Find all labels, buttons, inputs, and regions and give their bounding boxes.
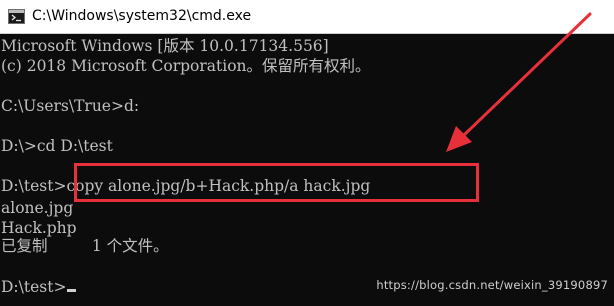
annotation-arrow-icon — [446, 12, 592, 152]
watermark-url: https://blog.csdn.net/weixin_39190897 — [376, 278, 608, 292]
